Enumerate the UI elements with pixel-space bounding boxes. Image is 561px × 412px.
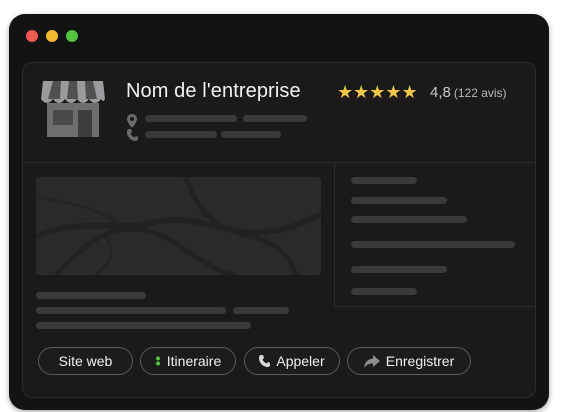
header-divider — [23, 162, 535, 163]
business-name: Nom de l'entreprise — [126, 80, 301, 102]
info-placeholder-line — [351, 266, 447, 273]
call-button-label: Appeler — [276, 353, 325, 369]
description-placeholder-line — [36, 292, 146, 299]
info-placeholder-line — [351, 241, 515, 248]
rating-stars: ★★★★★ — [337, 82, 418, 102]
phone-placeholder-line — [145, 131, 217, 138]
address-placeholder-line — [243, 115, 307, 122]
review-count[interactable]: (122 avis) — [454, 86, 507, 100]
side-panel-divider — [334, 306, 535, 307]
phone-icon — [127, 129, 138, 141]
website-button-label: Site web — [58, 353, 113, 369]
save-button-label: Enregistrer — [385, 353, 455, 369]
maximize-window-button[interactable] — [66, 30, 78, 42]
call-button[interactable]: Appeler — [244, 347, 340, 375]
column-divider — [334, 163, 335, 307]
minimize-window-button[interactable] — [46, 30, 58, 42]
directions-button-label: Itineraire — [166, 353, 222, 369]
description-placeholder-line — [233, 307, 289, 314]
store-icon — [41, 81, 105, 137]
rating-summary: 4,8 (122 avis) — [430, 83, 507, 103]
info-placeholder-line — [351, 216, 467, 223]
phone-placeholder-line — [221, 131, 281, 138]
directions-icon — [155, 356, 160, 366]
rating-value: 4,8 — [430, 84, 451, 101]
map-preview[interactable] — [36, 177, 321, 275]
description-placeholder-line — [36, 322, 251, 329]
website-button[interactable]: Site web — [38, 347, 133, 375]
info-placeholder-line — [351, 288, 417, 295]
close-window-button[interactable] — [26, 30, 38, 42]
phone-icon — [259, 355, 271, 367]
address-placeholder-line — [145, 115, 237, 122]
description-placeholder-line — [36, 307, 226, 314]
app-window: Nom de l'entreprise ★★★★★ 4,8(122 avis) — [9, 14, 549, 410]
directions-button[interactable]: Itineraire — [140, 347, 236, 375]
location-pin-icon — [127, 114, 137, 128]
map-roads — [36, 177, 321, 275]
info-placeholder-line — [351, 197, 447, 204]
save-button[interactable]: Enregistrer — [347, 347, 471, 375]
info-placeholder-line — [351, 177, 417, 184]
share-arrow-icon — [363, 354, 380, 368]
business-card: Nom de l'entreprise ★★★★★ 4,8(122 avis) — [22, 62, 536, 398]
